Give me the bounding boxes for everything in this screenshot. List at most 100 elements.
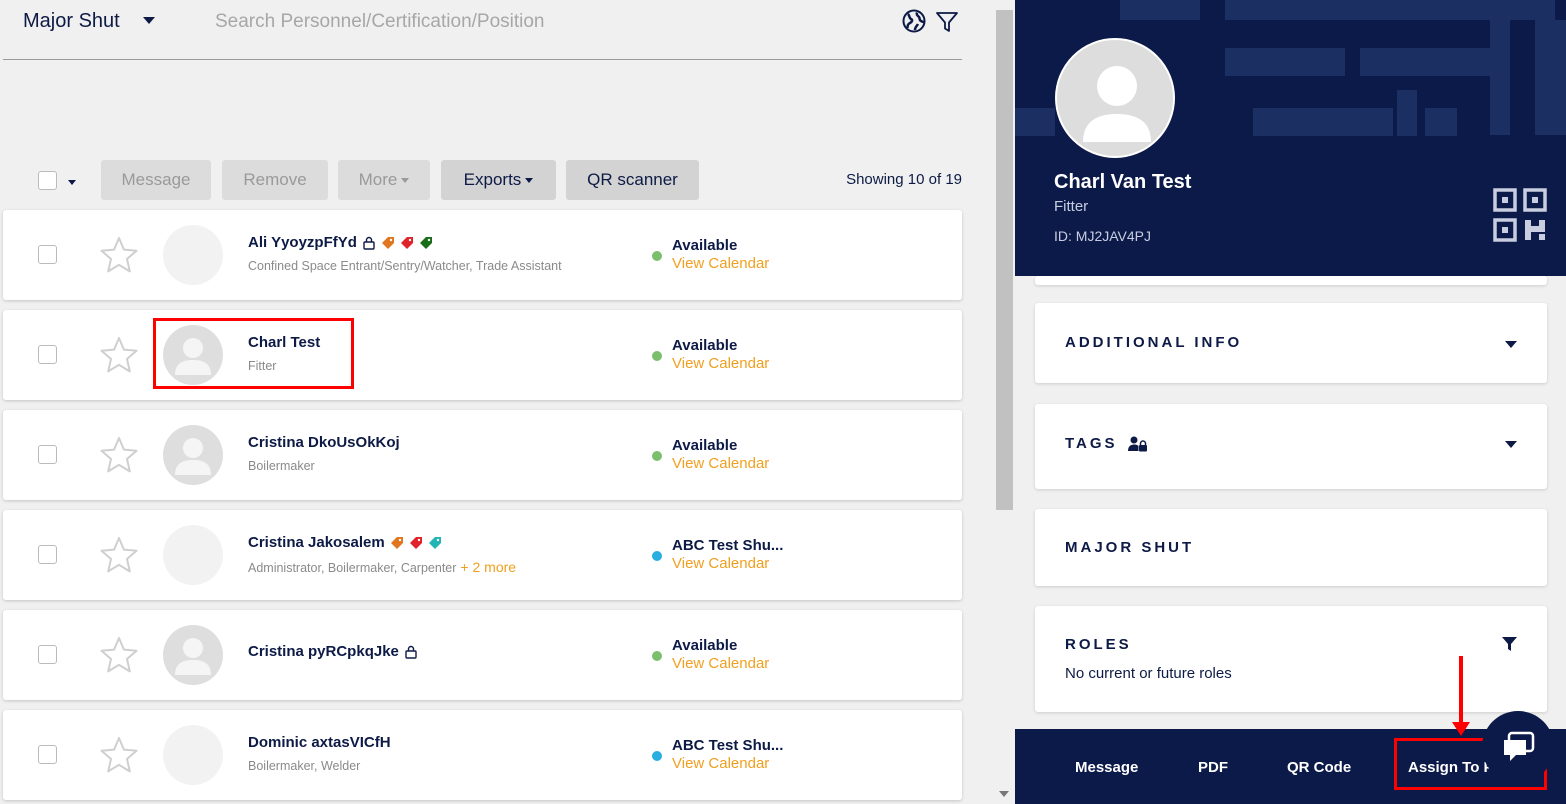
person-name[interactable]: Dominic axtasVICfH bbox=[248, 734, 391, 751]
personnel-card[interactable]: Cristina pyRCpkqJke Available View Calen… bbox=[3, 610, 962, 700]
person-name[interactable]: Cristina Jakosalem bbox=[248, 534, 385, 551]
chevron-down-icon[interactable] bbox=[1505, 441, 1517, 448]
star-icon[interactable] bbox=[99, 335, 139, 375]
tag-icon bbox=[390, 536, 403, 549]
divider bbox=[3, 59, 962, 60]
person-name-row: Cristina Jakosalem bbox=[248, 534, 442, 551]
collapsed-section bbox=[1035, 276, 1547, 285]
remove-button[interactable]: Remove bbox=[222, 160, 328, 200]
header-pattern bbox=[1425, 108, 1457, 136]
person-name[interactable]: Cristina DkoUsOkKoj bbox=[248, 434, 400, 451]
section-title: ROLES bbox=[1065, 636, 1132, 653]
major-shut-section[interactable]: MAJOR SHUT bbox=[1035, 509, 1547, 586]
message-action-button[interactable]: Message bbox=[1075, 759, 1138, 776]
avatar bbox=[163, 225, 223, 285]
more-label: More bbox=[358, 170, 398, 189]
qr-scanner-button[interactable]: QR scanner bbox=[566, 160, 699, 200]
qr-code-icon[interactable] bbox=[1493, 188, 1549, 244]
status-dot bbox=[652, 651, 662, 661]
view-calendar-link[interactable]: View Calendar bbox=[672, 455, 769, 472]
pdf-button[interactable]: PDF bbox=[1198, 759, 1228, 776]
row-checkbox[interactable] bbox=[38, 245, 57, 264]
annotation-arrow bbox=[1459, 656, 1463, 726]
globe-icon[interactable] bbox=[902, 9, 926, 33]
personnel-card[interactable]: Cristina DkoUsOkKoj Boilermaker Availabl… bbox=[3, 410, 962, 500]
person-name[interactable]: Ali YyoyzpFfYd bbox=[248, 234, 357, 251]
view-calendar-link[interactable]: View Calendar bbox=[672, 255, 769, 272]
scroll-down-arrow-icon[interactable] bbox=[999, 791, 1009, 797]
qr-code-button[interactable]: QR Code bbox=[1287, 759, 1351, 776]
star-icon[interactable] bbox=[99, 435, 139, 475]
person-positions: Boilermaker bbox=[248, 459, 315, 473]
row-checkbox[interactable] bbox=[38, 745, 57, 764]
roles-empty-text: No current or future roles bbox=[1065, 665, 1232, 682]
row-checkbox[interactable] bbox=[38, 645, 57, 664]
view-calendar-link[interactable]: View Calendar bbox=[672, 355, 769, 372]
lock-icon bbox=[405, 645, 417, 659]
profile-id: ID: MJ2JAV4PJ bbox=[1054, 228, 1151, 244]
personnel-card[interactable]: Charl Test Fitter Available View Calenda… bbox=[3, 310, 962, 400]
row-checkbox[interactable] bbox=[38, 545, 57, 564]
message-button[interactable]: Message bbox=[101, 160, 211, 200]
avatar bbox=[163, 625, 223, 685]
annotation-arrow-head bbox=[1452, 722, 1470, 736]
positions-text: Confined Space Entrant/Sentry/Watcher, T… bbox=[248, 259, 562, 273]
assignment-status: ABC Test Shu... bbox=[672, 737, 784, 754]
filter-icon[interactable] bbox=[935, 10, 959, 34]
status-dot bbox=[652, 551, 662, 561]
additional-info-section[interactable]: ADDITIONAL INFO bbox=[1035, 303, 1547, 383]
personnel-pane: Major Shut Message Remove More Exports Q… bbox=[0, 0, 995, 804]
person-name[interactable]: Cristina pyRCpkqJke bbox=[248, 643, 399, 660]
personnel-card[interactable]: Ali YyoyzpFfYd Confined Space Entrant/Se… bbox=[3, 210, 962, 300]
chevron-down-icon[interactable] bbox=[1505, 341, 1517, 348]
availability-status: Available bbox=[672, 437, 738, 454]
positions-text: Boilermaker bbox=[248, 459, 315, 473]
status-dot bbox=[652, 251, 662, 261]
personnel-card[interactable]: Dominic axtasVICfH Boilermaker, Welder A… bbox=[3, 710, 962, 800]
exports-button[interactable]: Exports bbox=[441, 160, 556, 200]
chevron-down-icon[interactable] bbox=[143, 17, 155, 24]
chat-launcher[interactable] bbox=[1482, 711, 1554, 783]
row-checkbox[interactable] bbox=[38, 345, 57, 364]
view-calendar-link[interactable]: View Calendar bbox=[672, 555, 769, 572]
more-positions-link[interactable]: + 2 more bbox=[460, 559, 516, 575]
chevron-down-icon[interactable] bbox=[68, 180, 76, 185]
profile-avatar bbox=[1055, 38, 1175, 158]
roles-section: ROLES No current or future roles bbox=[1035, 606, 1547, 712]
profile-role: Fitter bbox=[1054, 198, 1089, 215]
tag-icon bbox=[428, 536, 441, 549]
star-icon[interactable] bbox=[99, 535, 139, 575]
view-calendar-link[interactable]: View Calendar bbox=[672, 655, 769, 672]
more-button[interactable]: More bbox=[338, 160, 430, 200]
avatar bbox=[163, 525, 223, 585]
personnel-card[interactable]: Cristina Jakosalem Administrator, Boiler… bbox=[3, 510, 962, 600]
view-calendar-link[interactable]: View Calendar bbox=[672, 755, 769, 772]
top-bar: Major Shut bbox=[0, 0, 965, 60]
filter-icon[interactable] bbox=[1502, 637, 1517, 652]
section-title: TAGS bbox=[1065, 435, 1148, 452]
header-pattern bbox=[1015, 108, 1055, 136]
project-selector[interactable]: Major Shut bbox=[23, 10, 120, 33]
person-name-row: Cristina pyRCpkqJke bbox=[248, 643, 418, 660]
lock-icon bbox=[363, 236, 375, 250]
profile-header: Charl Van Test Fitter ID: MJ2JAV4PJ bbox=[1015, 0, 1566, 276]
person-name-row: Ali YyoyzpFfYd bbox=[248, 234, 433, 251]
star-icon[interactable] bbox=[99, 735, 139, 775]
tags-section[interactable]: TAGS bbox=[1035, 404, 1547, 489]
search-input[interactable] bbox=[215, 8, 865, 36]
header-pattern bbox=[1120, 0, 1200, 20]
star-icon[interactable] bbox=[99, 235, 139, 275]
row-checkbox[interactable] bbox=[38, 445, 57, 464]
person-icon bbox=[1083, 66, 1151, 142]
scrollbar-thumb[interactable] bbox=[996, 10, 1013, 510]
user-lock-icon bbox=[1127, 436, 1147, 451]
status-dot bbox=[652, 751, 662, 761]
star-icon[interactable] bbox=[99, 635, 139, 675]
select-all-checkbox[interactable] bbox=[38, 171, 57, 190]
tag-icon bbox=[381, 236, 394, 249]
section-title: MAJOR SHUT bbox=[1065, 539, 1195, 556]
person-icon bbox=[175, 438, 211, 475]
avatar bbox=[163, 725, 223, 785]
profile-name: Charl Van Test bbox=[1054, 171, 1192, 193]
header-pattern bbox=[1490, 0, 1510, 135]
